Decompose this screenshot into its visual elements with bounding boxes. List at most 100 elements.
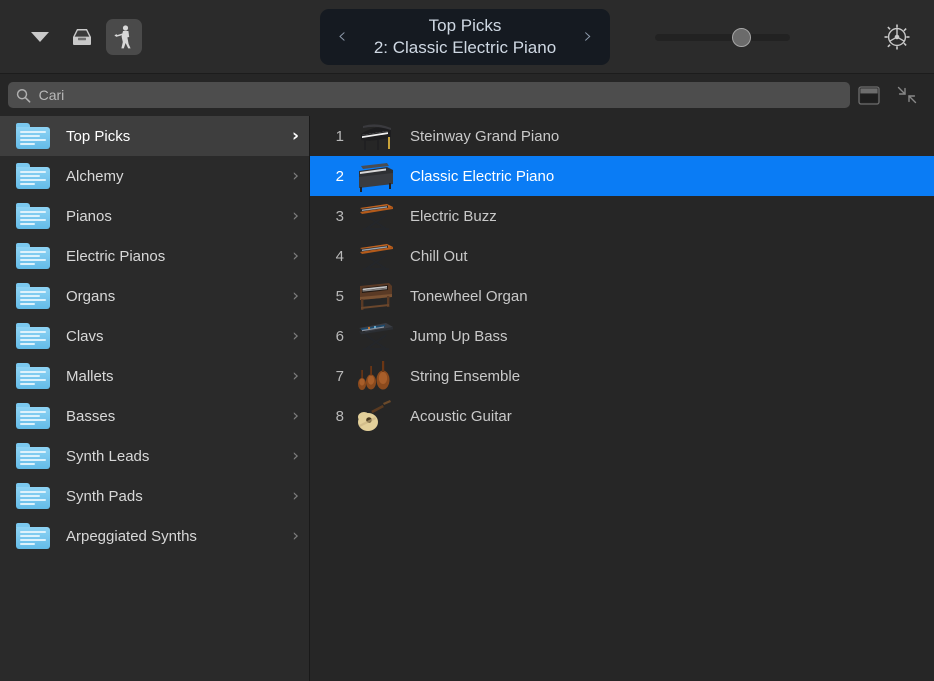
patch-number: 6: [310, 328, 352, 345]
chevron-right-icon: ›: [292, 168, 299, 185]
volume-slider-knob[interactable]: [732, 28, 751, 47]
sidebar-item-clavs[interactable]: Clavs ›: [0, 316, 309, 356]
library-button[interactable]: [64, 19, 100, 55]
sidebar-item-label: Pianos: [66, 208, 276, 225]
patch-name: Tonewheel Organ: [398, 288, 528, 305]
chevron-down-button[interactable]: [22, 19, 58, 55]
patch-name: Jump Up Bass: [398, 328, 508, 345]
search-row: [0, 74, 934, 116]
sidebar-item-label: Organs: [66, 288, 276, 305]
sidebar-item-label: Alchemy: [66, 168, 276, 185]
patch-row[interactable]: 8Acoustic Guitar: [310, 396, 934, 436]
display-prev-button[interactable]: ‹: [332, 26, 352, 48]
synth-orange-stand-icon: [352, 197, 398, 235]
patch-row[interactable]: 5Tonewheel Organ: [310, 276, 934, 316]
chevron-right-icon: ›: [292, 528, 299, 545]
patch-row[interactable]: 7 String Ensemble: [310, 356, 934, 396]
patch-row[interactable]: 4 Chill Out: [310, 236, 934, 276]
sidebar-item-label: Synth Pads: [66, 488, 276, 505]
patch-row[interactable]: 3 Electric Buzz: [310, 196, 934, 236]
sidebar-item-label: Synth Leads: [66, 448, 276, 465]
chevron-right-icon: ›: [292, 328, 299, 345]
patch-name: Classic Electric Piano: [398, 168, 554, 185]
patch-number: 8: [310, 408, 352, 425]
sidebar-item-synth-pads[interactable]: Synth Pads ›: [0, 476, 309, 516]
toggle-panel-button[interactable]: [850, 78, 888, 112]
chevron-right-icon: ›: [292, 128, 299, 145]
chevron-right-icon: ›: [292, 488, 299, 505]
display-text: Top Picks 2: Classic Electric Piano: [352, 15, 578, 59]
patch-name: String Ensemble: [398, 368, 520, 385]
grand-piano-icon: [352, 117, 398, 155]
panel-layout-icon: [858, 86, 880, 105]
sidebar-item-label: Basses: [66, 408, 276, 425]
sidebar-item-top-picks[interactable]: Top Picks ›: [0, 116, 309, 156]
patch-name: Electric Buzz: [398, 208, 497, 225]
tonewheel-organ-icon: [352, 277, 398, 315]
inbox-tray-icon: [70, 26, 94, 48]
sidebar-item-alchemy[interactable]: Alchemy ›: [0, 156, 309, 196]
search-icon: [16, 88, 31, 103]
patch-number: 7: [310, 368, 352, 385]
sidebar-item-pianos[interactable]: Pianos ›: [0, 196, 309, 236]
sidebar-item-label: Top Picks: [66, 128, 276, 145]
strings-icon: [352, 357, 398, 395]
folder-icon: [16, 163, 50, 189]
sidebar-item-arpeggiated-synths[interactable]: Arpeggiated Synths ›: [0, 516, 309, 556]
performer-button[interactable]: [106, 19, 142, 55]
chevron-right-icon: ›: [292, 208, 299, 225]
sidebar-item-electric-pianos[interactable]: Electric Pianos ›: [0, 236, 309, 276]
sidebar-item-mallets[interactable]: Mallets›: [0, 356, 309, 396]
patch-row[interactable]: 2 Classic Electric Piano: [310, 156, 934, 196]
category-sidebar: Top Picks›Alchemy›Pianos›Electric Pianos…: [0, 116, 310, 681]
sidebar-item-basses[interactable]: Basses ›: [0, 396, 309, 436]
display-collection-name: Top Picks: [352, 15, 578, 37]
sidebar-item-label: Electric Pianos: [66, 248, 276, 265]
folder-icon: [16, 123, 50, 149]
folder-icon: [16, 203, 50, 229]
electric-piano-icon: [352, 157, 398, 195]
folder-icon: [16, 283, 50, 309]
chevron-right-icon: ›: [292, 288, 299, 305]
toolbar-left-group: [0, 19, 142, 55]
chevron-right-icon: ›: [292, 408, 299, 425]
guitarist-icon: [112, 24, 136, 50]
sidebar-item-organs[interactable]: Organs ›: [0, 276, 309, 316]
settings-button[interactable]: [880, 20, 914, 54]
sidebar-item-label: Arpeggiated Synths: [66, 528, 276, 545]
patch-number: 2: [310, 168, 352, 185]
folder-icon: [16, 323, 50, 349]
folder-icon: [16, 243, 50, 269]
synth-orange-stand-icon: [352, 237, 398, 275]
sidebar-item-label: Mallets: [66, 368, 276, 385]
acoustic-guitar-icon: [352, 397, 398, 435]
volume-slider[interactable]: [655, 28, 790, 46]
collapse-button[interactable]: [888, 78, 926, 112]
chevron-right-icon: ›: [292, 248, 299, 265]
patch-name: Steinway Grand Piano: [398, 128, 559, 145]
folder-icon: [16, 443, 50, 469]
sidebar-item-synth-leads[interactable]: Synth Leads ›: [0, 436, 309, 476]
search-field[interactable]: [8, 82, 850, 108]
chevron-down-icon: [31, 32, 49, 42]
main-area: Top Picks›Alchemy›Pianos›Electric Pianos…: [0, 116, 934, 681]
search-input[interactable]: [39, 87, 842, 103]
folder-icon: [16, 523, 50, 549]
folder-icon: [16, 363, 50, 389]
folder-icon: [16, 483, 50, 509]
volume-slider-track: [655, 34, 790, 41]
patch-number: 4: [310, 248, 352, 265]
sidebar-item-label: Clavs: [66, 328, 276, 345]
display-patch-name: 2: Classic Electric Piano: [352, 37, 578, 59]
patch-display: ‹ Top Picks 2: Classic Electric Piano ›: [320, 9, 610, 65]
patch-number: 3: [310, 208, 352, 225]
folder-icon: [16, 403, 50, 429]
patch-row[interactable]: 1 Steinway Grand Piano: [310, 116, 934, 156]
patch-name: Chill Out: [398, 248, 468, 265]
patch-row[interactable]: 6 Jump Up Bass: [310, 316, 934, 356]
top-toolbar: ‹ Top Picks 2: Classic Electric Piano ›: [0, 0, 934, 74]
patch-number: 1: [310, 128, 352, 145]
collapse-arrows-icon: [896, 85, 918, 105]
chevron-right-icon: ›: [292, 448, 299, 465]
display-next-button[interactable]: ›: [578, 26, 598, 48]
